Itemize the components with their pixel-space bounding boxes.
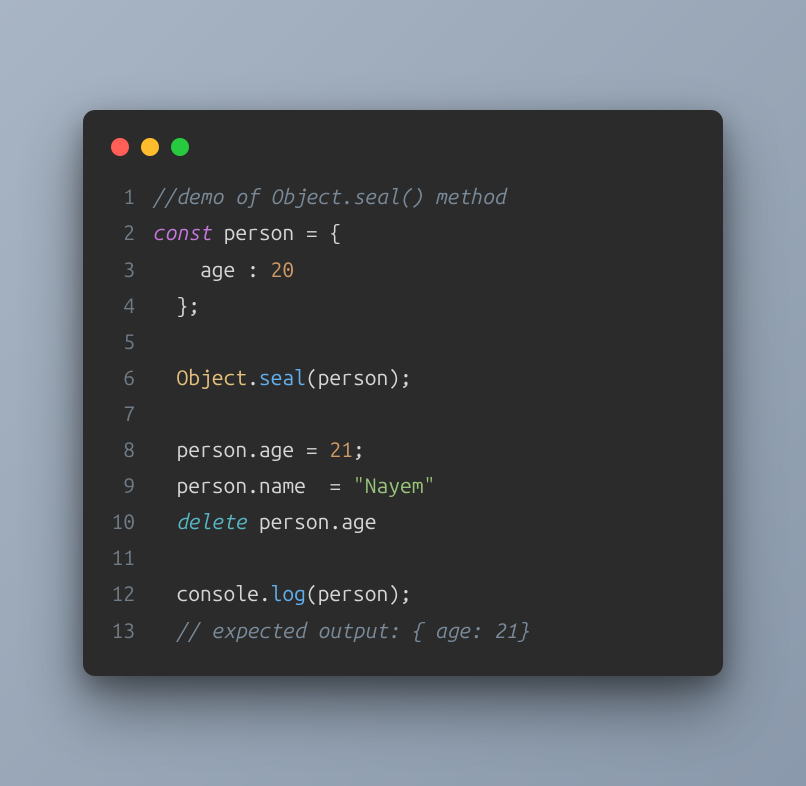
line-content: Object.seal(person); [153,359,412,395]
window-titlebar [109,134,697,178]
token: = [306,437,330,461]
line-content: // expected output: { age: 21} [153,612,529,648]
token: (person); [306,365,412,389]
token: age [259,437,306,461]
token: . [247,365,259,389]
code-line: 5 [109,323,697,359]
code-line: 6 Object.seal(person); [109,359,697,395]
token: = { [306,220,341,244]
token: person [153,473,247,497]
line-content: const person = { [153,214,341,250]
line-content [153,323,165,359]
editor-window: 1//demo of Object.seal() method2const pe… [83,110,723,675]
token: //demo of Object.seal() method [153,184,506,208]
token: seal [259,365,306,389]
token: Object [177,365,248,389]
line-number: 13 [109,612,153,648]
line-content [153,539,165,575]
token: age [153,257,247,281]
code-line: 8 person.age = 21; [109,431,697,467]
token [153,365,177,389]
line-content: age : 20 [153,251,294,287]
token: }; [153,293,200,317]
line-number: 12 [109,575,153,611]
code-block: 1//demo of Object.seal() method2const pe… [109,178,697,647]
token: const [153,220,212,244]
token: delete [177,509,248,533]
line-number: 4 [109,287,153,323]
token: 20 [271,257,295,281]
line-content [153,395,165,431]
code-line: 12 console.log(person); [109,575,697,611]
code-line: 9 person.name = "Nayem" [109,467,697,503]
line-number: 2 [109,214,153,250]
code-line: 3 age : 20 [109,251,697,287]
line-number: 3 [109,251,153,287]
token: = [329,473,353,497]
line-content: console.log(person); [153,575,412,611]
token [153,509,177,533]
token: person [247,509,329,533]
line-number: 10 [109,503,153,539]
line-content: person.name = "Nayem" [153,467,435,503]
token: (person); [306,581,412,605]
line-content: }; [153,287,200,323]
token: // expected output: { age: 21} [177,618,530,642]
code-line: 11 [109,539,697,575]
code-line: 1//demo of Object.seal() method [109,178,697,214]
token: console [153,581,259,605]
maximize-icon[interactable] [171,138,189,156]
code-line: 13 // expected output: { age: 21} [109,612,697,648]
token: . [247,473,259,497]
line-number: 9 [109,467,153,503]
token: age [341,509,376,533]
code-line: 2const person = { [109,214,697,250]
line-content: //demo of Object.seal() method [153,178,506,214]
token: . [329,509,341,533]
token: 21 [329,437,353,461]
line-number: 5 [109,323,153,359]
token: . [247,437,259,461]
line-number: 6 [109,359,153,395]
line-number: 1 [109,178,153,214]
token: "Nayem" [353,473,435,497]
close-icon[interactable] [111,138,129,156]
code-line: 4 }; [109,287,697,323]
token: : [247,257,271,281]
token: person [212,220,306,244]
token: ; [353,437,365,461]
token: log [271,581,306,605]
line-content: person.age = 21; [153,431,365,467]
minimize-icon[interactable] [141,138,159,156]
line-number: 11 [109,539,153,575]
token [153,618,177,642]
code-line: 7 [109,395,697,431]
line-number: 7 [109,395,153,431]
token: person [153,437,247,461]
token: name [259,473,330,497]
line-number: 8 [109,431,153,467]
line-content: delete person.age [153,503,376,539]
token: . [259,581,271,605]
code-line: 10 delete person.age [109,503,697,539]
